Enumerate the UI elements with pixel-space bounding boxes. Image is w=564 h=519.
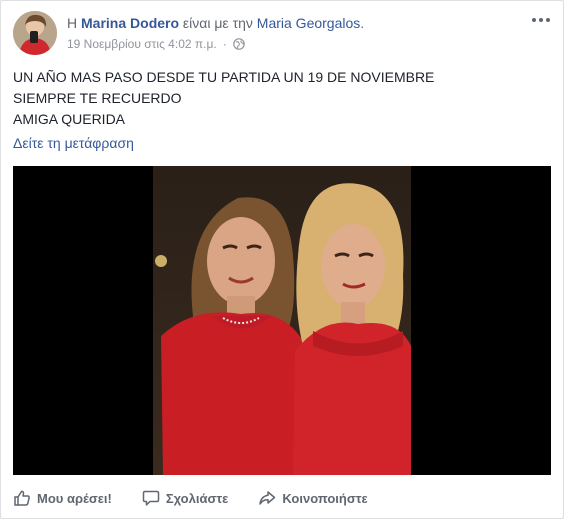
share-label: Κοινοποιήστε [282, 490, 368, 506]
author-name-link[interactable]: Marina Dodero [81, 15, 179, 31]
photo-image[interactable] [153, 166, 411, 475]
comment-icon [142, 490, 160, 506]
tagged-person-link[interactable]: Maria Georgalos [257, 15, 361, 31]
post-text-line: AMIGA QUERIDA [13, 111, 126, 127]
with-text: είναι με την [182, 15, 253, 31]
author-prefix: Η [67, 15, 78, 31]
comment-label: Σχολιάστε [165, 490, 229, 506]
post-header: Η Marina Dodero είναι με την Maria Georg… [13, 11, 551, 55]
post-text-line: UN AÑO MAS PASO DESDE TU PARTIDA UN 19 D… [13, 69, 435, 85]
see-translation-link[interactable]: Δείτε τη μετάφραση [13, 135, 134, 151]
post-timestamp[interactable]: 19 Νοεμβρίου στις 4:02 π.μ. [67, 37, 217, 51]
like-label: Μου αρέσει! [37, 490, 112, 506]
share-icon [259, 491, 276, 505]
more-options-icon[interactable] [531, 13, 551, 27]
meta-separator: · [222, 37, 227, 51]
like-button[interactable]: Μου αρέσει! [13, 486, 112, 510]
thumbs-up-icon [14, 490, 30, 506]
post-photo[interactable] [13, 166, 551, 475]
author-line: Η Marina Dodero είναι με την Maria Georg… [67, 15, 364, 31]
comment-button[interactable]: Σχολιάστε [142, 486, 228, 510]
post-actions: Μου αρέσει! Σχολιάστε Κοινοποιήστε [13, 485, 551, 511]
author-line-period: . [360, 15, 365, 31]
author-avatar[interactable] [13, 11, 57, 55]
post-text: UN AÑO MAS PASO DESDE TU PARTIDA UN 19 D… [13, 67, 543, 130]
post-meta: 19 Νοεμβρίου στις 4:02 π.μ. · [67, 37, 245, 51]
globe-icon[interactable] [232, 38, 245, 50]
post-text-line: SIEMPRE TE RECUERDO [13, 90, 182, 106]
facebook-post: Η Marina Dodero είναι με την Maria Georg… [0, 0, 564, 519]
share-button[interactable]: Κοινοποιήστε [258, 486, 368, 510]
